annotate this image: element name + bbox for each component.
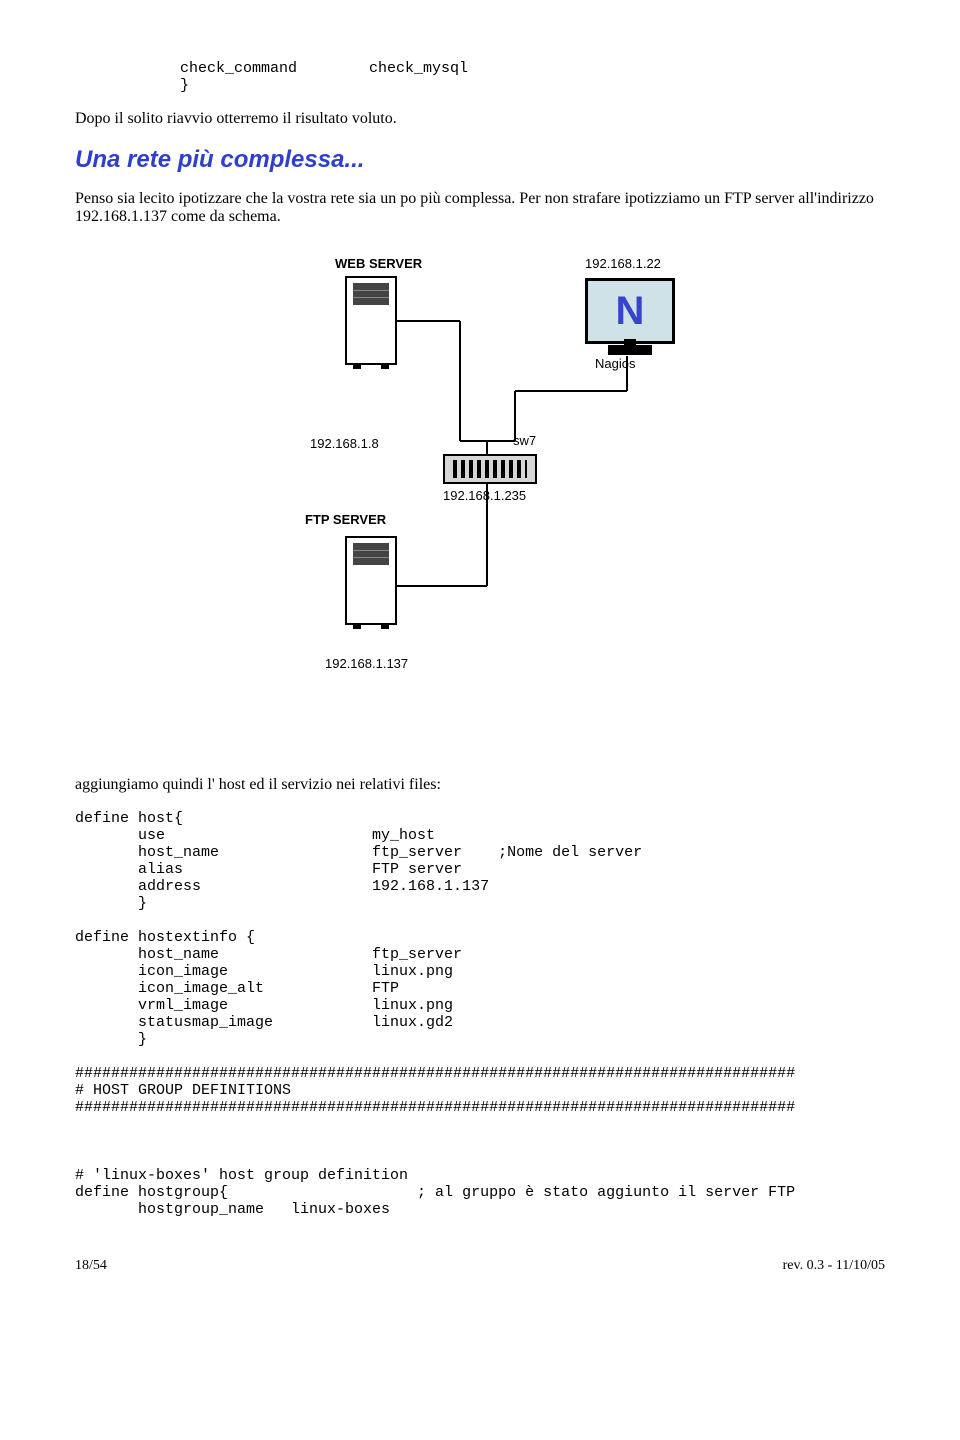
- switch-icon: [443, 454, 537, 484]
- label-ftp-ip: 192.168.1.137: [325, 656, 408, 671]
- network-diagram: WEB SERVER 192.168.1.22 N Nagios 192.168…: [215, 256, 745, 736]
- paragraph-restart: Dopo il solito riavvio otterremo il risu…: [75, 110, 885, 128]
- paragraph-intro: Penso sia lecito ipotizzare che la vostr…: [75, 190, 885, 226]
- section-heading: Una rete più complessa...: [75, 146, 885, 174]
- label-web-ip: 192.168.1.8: [310, 436, 379, 451]
- code-check-command: check_command check_mysql }: [135, 60, 885, 94]
- label-ftp-server: FTP SERVER: [305, 512, 386, 527]
- paragraph-add-host: aggiungiamo quindi l' host ed il servizi…: [75, 776, 885, 794]
- footer-revision: rev. 0.3 - 11/10/05: [783, 1258, 885, 1274]
- page-footer: 18/54 rev. 0.3 - 11/10/05: [75, 1258, 885, 1274]
- ftp-server-icon: [345, 536, 397, 625]
- code-define-host: define host{ use my_host host_name ftp_s…: [75, 810, 885, 1218]
- label-switch-ip: 192.168.1.235: [443, 488, 526, 503]
- label-switch: sw7: [513, 433, 536, 448]
- footer-page-number: 18/54: [75, 1258, 107, 1274]
